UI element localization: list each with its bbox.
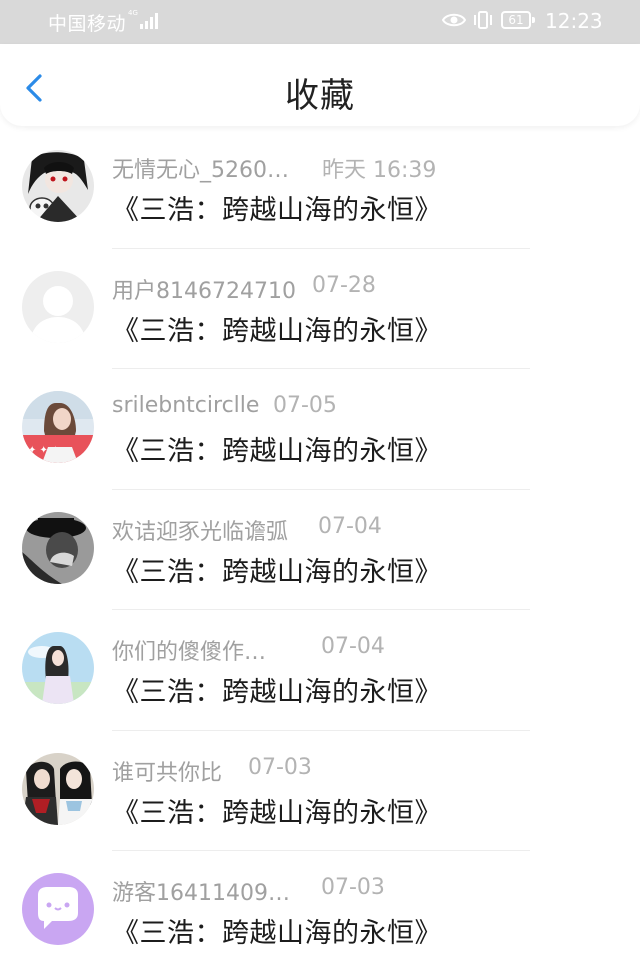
item-title[interactable]: 《三浩：跨越山海的永恒》	[112, 911, 442, 950]
item-title[interactable]: 《三浩：跨越山海的永恒》	[112, 670, 442, 709]
network-type-label: 4G	[128, 9, 138, 17]
list-item[interactable]: 你们的傻傻作… 07-04 《三浩：跨越山海的永恒》	[0, 610, 640, 731]
username[interactable]: 游客16411409…	[112, 875, 290, 907]
item-title[interactable]: 《三浩：跨越山海的永恒》	[112, 429, 442, 468]
list-item[interactable]: 无情无心_5260… 昨天 16:39 《三浩：跨越山海的永恒》	[0, 128, 640, 249]
battery-icon: 61	[501, 11, 535, 29]
item-meta: 你们的傻傻作… 07-04	[112, 634, 612, 665]
avatar[interactable]	[22, 752, 94, 825]
list-item[interactable]: 用户8146724710 07-28 《三浩：跨越山海的永恒》	[0, 249, 640, 369]
timestamp: 07-05	[273, 393, 337, 418]
list-item[interactable]: 欢诘迎豕光临谵弧 07-04 《三浩：跨越山海的永恒》	[0, 490, 640, 610]
username[interactable]: 谁可共你比	[112, 755, 222, 787]
timestamp: 07-04	[318, 513, 382, 539]
timestamp: 07-04	[321, 634, 385, 659]
item-meta: 欢诘迎豕光临谵弧 07-04	[112, 513, 612, 545]
item-title[interactable]: 《三浩：跨越山海的永恒》	[112, 550, 442, 589]
avatar[interactable]	[22, 632, 94, 704]
username[interactable]: srilebntcirclle	[112, 393, 259, 418]
avatar[interactable]	[22, 511, 94, 584]
item-title[interactable]: 《三浩：跨越山海的永恒》	[112, 791, 442, 830]
clock: 12:23	[545, 9, 603, 33]
timestamp: 昨天 16:39	[322, 158, 437, 183]
username[interactable]: 无情无心_5260…	[112, 152, 289, 184]
list-item[interactable]: ✦ ✦ ✦ srilebntcirclle 07-05 《三浩：跨越山海的永恒》	[0, 369, 640, 490]
avatar[interactable]	[22, 873, 94, 945]
item-meta: 游客16411409… 07-03	[112, 875, 612, 906]
battery-level: 61	[508, 13, 524, 27]
avatar[interactable]	[22, 150, 94, 222]
item-meta: 无情无心_5260… 昨天 16:39	[112, 152, 612, 183]
list-item[interactable]: 谁可共你比 07-03 《三浩：跨越山海的永恒》	[0, 731, 640, 851]
favorites-list: 无情无心_5260… 昨天 16:39 《三浩：跨越山海的永恒》 用户81467…	[0, 128, 640, 972]
avatar[interactable]	[22, 270, 94, 343]
carrier-label: 中国移动	[48, 13, 127, 35]
status-bar: 中国移动 4G 61 12:23	[0, 0, 640, 44]
item-title[interactable]: 《三浩：跨越山海的永恒》	[112, 309, 442, 348]
item-meta: 用户8146724710 07-28	[112, 272, 612, 304]
username[interactable]: 欢诘迎豕光临谵弧	[112, 514, 288, 546]
list-item[interactable]: 游客16411409… 07-03 《三浩：跨越山海的永恒》	[0, 851, 640, 972]
signal-icon	[140, 13, 160, 29]
timestamp: 07-28	[312, 272, 376, 298]
eye-icon	[441, 11, 467, 33]
avatar[interactable]: ✦ ✦ ✦	[22, 391, 94, 463]
vibrate-icon	[472, 10, 494, 34]
page-title: 收藏	[285, 76, 355, 116]
timestamp: 07-03	[321, 875, 385, 900]
item-title[interactable]: 《三浩：跨越山海的永恒》	[112, 188, 442, 227]
username[interactable]: 你们的傻傻作…	[112, 634, 266, 666]
timestamp: 07-03	[248, 754, 312, 780]
item-meta: srilebntcirclle 07-05	[112, 393, 612, 421]
item-meta: 谁可共你比 07-03	[112, 754, 612, 786]
header: 收藏	[0, 44, 640, 126]
username[interactable]: 用户8146724710	[112, 273, 296, 305]
